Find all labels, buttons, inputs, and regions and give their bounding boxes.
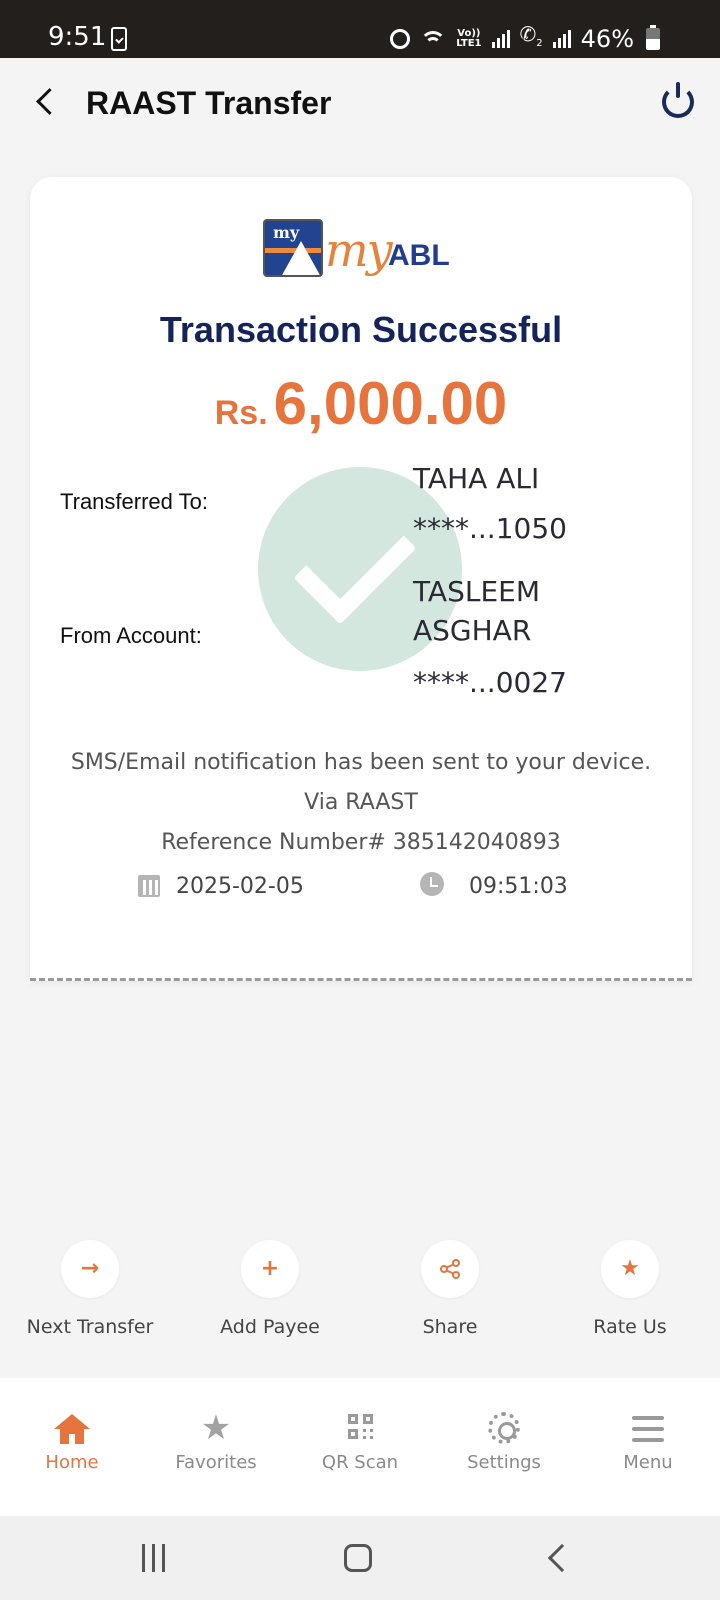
gear-icon	[484, 1408, 524, 1448]
transaction-date: 2025-02-05	[176, 874, 304, 899]
share-icon[interactable]	[421, 1240, 479, 1298]
transferred-to-label: Transferred To:	[60, 489, 208, 514]
status-icons: Vo)) LTE1 ✆2 46%	[390, 22, 660, 53]
hamburger-menu-icon	[628, 1408, 668, 1448]
transfer-amount: Rs. 6,000.00	[30, 369, 692, 438]
wifi-icon	[420, 29, 447, 49]
amount-value: 6,000.00	[273, 370, 508, 437]
transaction-receipt-card: my my ABL Transaction Successful Rs. 6,00…	[30, 177, 692, 981]
phone-notification-icon	[111, 27, 127, 51]
nav-label: QR Scan	[321, 1452, 399, 1473]
share-button[interactable]: Share	[360, 1240, 540, 1338]
next-transfer-button[interactable]: → Next Transfer	[0, 1240, 180, 1338]
sender-name-line1: TASLEEM	[413, 575, 540, 608]
system-navigation-bar	[0, 1516, 720, 1600]
recipient-name: TAHA ALI	[413, 462, 540, 495]
transfer-channel: Via RAAST	[304, 790, 418, 815]
nav-qr-scan[interactable]: QR Scan	[288, 1378, 432, 1516]
sender-account: ****...0027	[413, 666, 567, 699]
transaction-time: 09:51:03	[469, 874, 568, 899]
page-title: RAAST Transfer	[86, 85, 332, 121]
star-icon: ★	[200, 1408, 232, 1448]
home-icon	[52, 1408, 92, 1448]
home-button-icon[interactable]	[344, 1544, 372, 1572]
nav-settings[interactable]: Settings	[432, 1378, 576, 1516]
app-header: RAAST Transfer	[0, 58, 720, 148]
calendar-icon	[138, 875, 160, 897]
nav-favorites[interactable]: ★ Favorites	[144, 1378, 288, 1516]
bottom-navigation: Home ★ Favorites QR Scan Settings Menu	[0, 1378, 720, 1516]
amount-currency: Rs.	[214, 394, 268, 432]
myabl-logo: my my ABL	[263, 219, 463, 283]
battery-percentage: 46%	[580, 25, 634, 53]
wifi-calling-icon: ✆2	[519, 22, 543, 49]
battery-icon	[646, 25, 660, 50]
signal-icon-sim2	[552, 30, 571, 48]
system-back-icon[interactable]	[547, 1543, 577, 1573]
action-label: Share	[422, 1316, 478, 1338]
nav-home[interactable]: Home	[0, 1378, 144, 1516]
abl-logo-mark: my	[263, 219, 323, 277]
qr-code-icon	[340, 1408, 380, 1448]
alarm-icon	[390, 29, 411, 49]
signal-icon	[491, 30, 510, 48]
quick-actions: → Next Transfer + Add Payee Share ★ Rate…	[0, 1240, 720, 1350]
nav-label: Menu	[623, 1452, 673, 1473]
status-time: 9:51	[48, 22, 107, 52]
action-label: Add Payee	[220, 1316, 320, 1338]
nav-label: Favorites	[175, 1452, 257, 1473]
from-account-label: From Account:	[60, 623, 202, 648]
arrow-right-icon[interactable]: →	[61, 1240, 119, 1298]
add-payee-button[interactable]: + Add Payee	[180, 1240, 360, 1338]
recent-apps-icon[interactable]	[140, 1544, 168, 1572]
nav-menu[interactable]: Menu	[576, 1378, 720, 1516]
clock-icon	[420, 872, 444, 896]
recipient-account: ****...1050	[413, 512, 567, 545]
volte-indicator: Vo)) LTE1	[456, 28, 482, 49]
back-button[interactable]	[30, 86, 64, 120]
plus-icon[interactable]: +	[241, 1240, 299, 1298]
reference-number: Reference Number# 385142040893	[161, 830, 561, 855]
action-label: Rate Us	[593, 1316, 667, 1338]
nav-label: Home	[45, 1452, 99, 1473]
rate-us-button[interactable]: ★ Rate Us	[540, 1240, 720, 1338]
status-bar: 9:51 Vo)) LTE1 ✆2 46%	[0, 0, 720, 58]
nav-label: Settings	[467, 1452, 541, 1473]
transaction-status-title: Transaction Successful	[159, 309, 563, 350]
notification-message: SMS/Email notification has been sent to …	[70, 750, 652, 775]
star-icon[interactable]: ★	[601, 1240, 659, 1298]
logout-power-icon[interactable]	[662, 82, 694, 118]
action-label: Next Transfer	[26, 1316, 154, 1338]
sender-name-line2: ASGHAR	[413, 614, 532, 647]
